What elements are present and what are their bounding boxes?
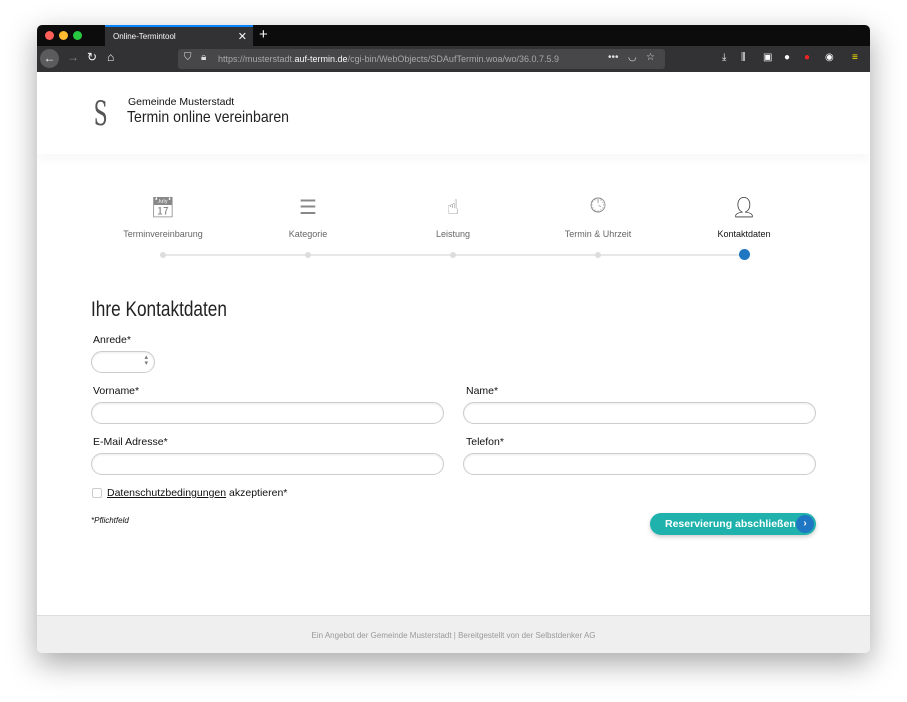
shield-icon[interactable]: ⛉ [184, 52, 192, 63]
more-icon[interactable]: ••• [608, 52, 619, 63]
footer-text: Ein Angebot der Gemeinde Musterstadt | B… [311, 631, 596, 640]
close-tab-icon[interactable]: ✕ [238, 30, 247, 43]
page-content: S Gemeinde Musterstadt Termin online ver… [37, 72, 870, 615]
step-label: Terminvereinbarung [123, 229, 203, 239]
step-kategorie[interactable]: ☰ Kategorie [238, 195, 378, 239]
form-heading: Ihre Kontaktdaten [91, 298, 227, 321]
back-button[interactable]: ← [40, 49, 59, 68]
step-dot [160, 252, 166, 258]
submit-button[interactable]: Reservierung abschließen › [650, 513, 816, 535]
library-icon[interactable]: ⫼ [741, 52, 746, 63]
new-tab-button[interactable]: + [259, 26, 268, 43]
sidebar-icon[interactable]: ▣ [763, 52, 772, 63]
org-name: Gemeinde Musterstadt [128, 96, 235, 108]
url-bar[interactable]: ⛉ 🔒︎ https://musterstadt.auf-termin.de/c… [178, 49, 665, 69]
privacy-checkbox[interactable] [92, 488, 102, 498]
step-termin-uhrzeit[interactable]: 🕓︎ Termin & Uhrzeit [528, 195, 668, 239]
step-dot [595, 252, 601, 258]
step-kontaktdaten: 👤︎ Kontaktdaten [674, 195, 814, 239]
logo-icon: S [93, 94, 108, 134]
step-leistung[interactable]: ☝︎ Leistung [383, 195, 523, 239]
list-icon: ☰ [299, 197, 317, 219]
site-header: S Gemeinde Musterstadt Termin online ver… [37, 72, 870, 154]
step-label: Kontaktdaten [717, 229, 771, 239]
submit-label: Reservierung abschließen [665, 518, 796, 530]
step-terminvereinbarung[interactable]: 📅︎ Terminvereinbarung [93, 195, 233, 239]
anrede-label: Anrede* [93, 334, 131, 346]
step-dot-active [739, 249, 750, 260]
info-icon[interactable]: ● [784, 52, 790, 63]
email-input[interactable] [91, 453, 444, 475]
tab-bar: Online-Termintool ✕ + [37, 25, 870, 46]
privacy-link[interactable]: Datenschutzbedingungen [107, 487, 226, 499]
nav-toolbar: ← → ↻ ⌂ ⛉ 🔒︎ https://musterstadt.auf-ter… [37, 46, 870, 72]
name-label: Name* [466, 385, 499, 397]
tab-title: Online-Termintool [113, 32, 176, 41]
anrede-select[interactable]: ▴ ▾ [91, 351, 155, 373]
required-note: *Pflichtfeld [91, 516, 129, 525]
telefon-input[interactable] [463, 453, 816, 475]
email-label: E-Mail Adresse* [93, 436, 168, 448]
app-title: Termin online vereinbaren [127, 109, 290, 126]
extension-icon[interactable]: ● [804, 52, 810, 63]
maximize-window-button[interactable] [73, 31, 82, 40]
calendar-clock-icon: 🕓︎ [590, 195, 606, 217]
minimize-window-button[interactable] [59, 31, 68, 40]
account-icon[interactable]: ◉ [825, 52, 834, 63]
privacy-suffix: akzeptieren* [226, 487, 288, 499]
contact-card-icon: 👤︎ [731, 197, 757, 219]
url-path: /cgi-bin/WebObjects/SDAufTermin.woa/wo/3… [347, 54, 559, 64]
select-arrows-icon: ▴ ▾ [144, 354, 148, 367]
vorname-input[interactable] [91, 402, 444, 424]
forward-button[interactable]: → [67, 50, 79, 64]
step-dot [305, 252, 311, 258]
step-label: Leistung [435, 229, 471, 239]
url-domain: auf-termin.de [294, 54, 348, 64]
step-dot [450, 252, 456, 258]
browser-window: Online-Termintool ✕ + ← → ↻ ⌂ ⛉ 🔒︎ https:… [37, 25, 870, 653]
pocket-icon[interactable]: ◡ [628, 52, 637, 63]
reload-button[interactable]: ↻ [87, 50, 97, 64]
home-button[interactable]: ⌂ [107, 50, 114, 64]
browser-tab[interactable]: Online-Termintool ✕ [105, 25, 253, 46]
calendar-icon: 📅︎ [150, 197, 176, 219]
chevron-right-icon: › [796, 515, 814, 533]
name-input[interactable] [463, 402, 816, 424]
url-prefix: https://musterstadt. [218, 54, 295, 64]
download-icon[interactable]: ⤓ [722, 52, 726, 63]
step-label: Kategorie [288, 229, 328, 239]
step-label: Termin & Uhrzeit [564, 229, 632, 239]
bookmark-star-icon[interactable]: ☆ [646, 52, 655, 63]
hand-pointer-icon: ☝︎ [446, 197, 460, 219]
menu-alert-icon[interactable]: ≡ [852, 52, 858, 63]
privacy-label: Datenschutzbedingungen akzeptieren* [107, 487, 287, 499]
footer: Ein Angebot der Gemeinde Musterstadt | B… [37, 615, 870, 653]
vorname-label: Vorname* [93, 385, 140, 397]
lock-icon: 🔒︎ [201, 52, 207, 63]
telefon-label: Telefon* [466, 436, 504, 448]
close-window-button[interactable] [45, 31, 54, 40]
